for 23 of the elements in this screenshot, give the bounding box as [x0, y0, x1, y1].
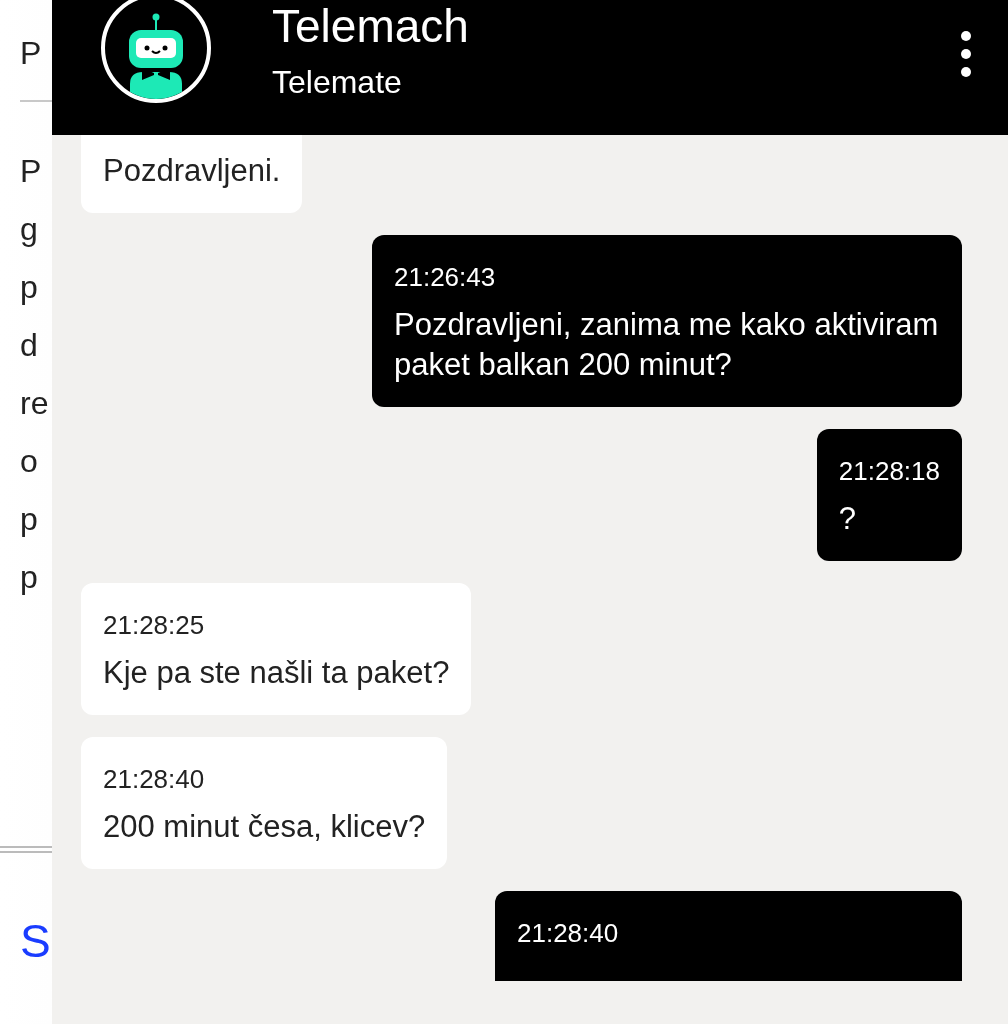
more-options-icon[interactable]: [960, 30, 972, 78]
message-text: Kje pa ste našli ta paket?: [103, 654, 450, 692]
paragraph-line: d: [20, 326, 39, 365]
message-text: Pozdravljeni.: [103, 152, 281, 190]
paragraph-line: o: [20, 442, 39, 481]
paragraph-line: g: [20, 210, 39, 249]
chat-title: Telemach: [272, 0, 469, 52]
message-time: 21:28:40: [517, 919, 620, 947]
paragraph-line: p: [20, 500, 39, 539]
message-text: Pozdravljeni, zanima me kako aktiviram paket balkan 200 minut?: [394, 306, 940, 384]
chat-subtitle: Telemate: [272, 64, 402, 100]
message-time: 21:28:25: [103, 611, 206, 639]
message-time: 21:26:43: [394, 263, 497, 291]
message-text: ?: [838, 500, 858, 538]
paragraph-line: re: [20, 384, 50, 423]
message-time: 21:28:18: [838, 457, 940, 485]
page-link[interactable]: S: [20, 911, 51, 971]
message-time: 21:28:40: [103, 765, 206, 793]
message-text: 200 minut česa, klicev?: [103, 808, 426, 846]
paragraph-line: P: [20, 152, 43, 191]
paragraph-line: p: [20, 268, 39, 307]
page-subtitle: P: [20, 36, 43, 70]
paragraph-line: p: [20, 558, 39, 597]
